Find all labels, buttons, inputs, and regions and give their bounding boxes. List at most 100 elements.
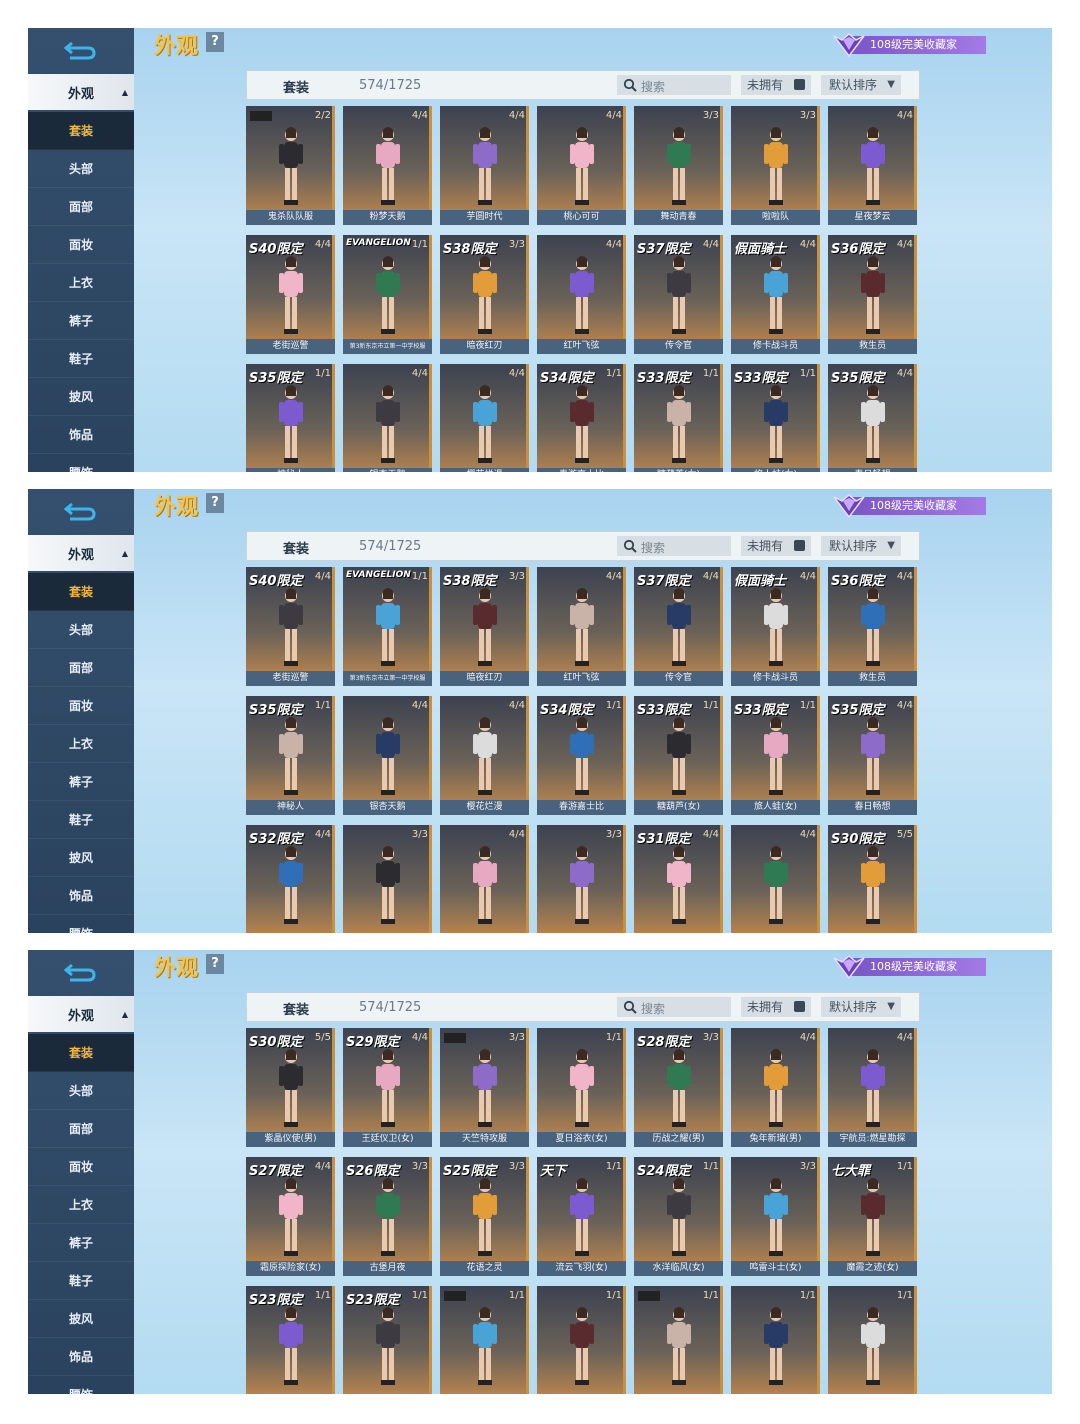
outfit-card[interactable]: 假面骑士 4/4 修卡战斗员 [731,235,820,354]
outfit-card[interactable]: 1/1 夏日浴衣(女) [537,1028,626,1147]
unowned-filter-toggle[interactable]: 未拥有 [741,997,811,1017]
sort-dropdown[interactable]: 默认排序 ▼ [821,536,901,556]
outfit-card[interactable]: S26限定 3/3 古堡月夜 [343,1157,432,1276]
sidebar-item[interactable]: 面妆 [28,687,134,725]
help-icon[interactable]: ? [206,493,224,513]
outfit-card[interactable]: 1/1 [537,1286,626,1394]
outfit-card[interactable]: S30限定 5/5 紫晶仪使(男) [246,1028,335,1147]
outfit-card[interactable]: S35限定4/4春日畅想 [828,364,917,472]
outfit-card[interactable]: 1/1 [634,1286,723,1394]
sidebar-main-category[interactable]: 外观 ▲ [28,74,134,110]
sort-dropdown[interactable]: 默认排序 ▼ [821,997,901,1017]
outfit-card[interactable]: S33限定1/1糖葫芦(女) [634,696,723,815]
sidebar-main-category[interactable]: 外观 ▲ [28,996,134,1032]
unowned-filter-toggle[interactable]: 未拥有 [741,536,811,556]
outfit-card[interactable]: 3/3 天竺特攻服 [440,1028,529,1147]
sidebar-item[interactable]: 头部 [28,1072,134,1110]
outfit-card[interactable]: S35限定1/1神秘人 [246,364,335,472]
outfit-card[interactable]: 4/4 银杏天鹅 [343,364,432,472]
sidebar-item[interactable]: 上衣 [28,264,134,302]
sidebar-item[interactable]: 披风 [28,839,134,877]
outfit-card[interactable]: EVANGELION 1/1 第3新东京市立第一中学校服 [343,235,432,354]
outfit-card[interactable]: 3/3 啦啦队 [731,106,820,225]
sidebar-item[interactable]: 裤子 [28,1224,134,1262]
sidebar-item[interactable]: 面部 [28,1110,134,1148]
sidebar-item[interactable]: 裤子 [28,763,134,801]
back-button[interactable] [28,489,134,533]
sidebar-item[interactable]: 头部 [28,611,134,649]
sidebar-item[interactable]: 套装 [28,112,134,150]
sidebar-item[interactable]: 面部 [28,649,134,687]
outfit-card[interactable]: S37限定 4/4 传令官 [634,567,723,686]
outfit-card[interactable]: S40限定 4/4 老街巡警 [246,235,335,354]
sidebar-item[interactable]: 披风 [28,378,134,416]
search-input[interactable]: 搜索 [617,75,731,95]
outfit-card[interactable]: 4/4 粉梦天鹅 [343,106,432,225]
outfit-card[interactable]: S24限定 1/1 水洋临风(女) [634,1157,723,1276]
outfit-card[interactable]: S36限定 4/4 救生员 [828,235,917,354]
outfit-card[interactable]: 3/3 [537,825,626,933]
sidebar-item[interactable]: 面部 [28,188,134,226]
outfit-card[interactable]: 3/3 舞动青春 [634,106,723,225]
back-button[interactable] [28,950,134,994]
help-icon[interactable]: ? [206,32,224,52]
sidebar-item[interactable]: 腰饰 [28,454,134,472]
outfit-card[interactable]: 4/4 兔年新瑞(男) [731,1028,820,1147]
outfit-card[interactable]: S40限定 4/4 老街巡警 [246,567,335,686]
search-input[interactable]: 搜索 [617,997,731,1017]
outfit-card[interactable]: S35限定4/4春日畅想 [828,696,917,815]
sidebar-item[interactable]: 饰品 [28,877,134,915]
outfit-card[interactable]: 4/4 银杏天鹅 [343,696,432,815]
outfit-card[interactable]: 2/2 鬼杀队队服 [246,106,335,225]
outfit-card[interactable]: S33限定1/1旅人蛙(女) [731,364,820,472]
outfit-card[interactable]: 假面骑士 4/4 修卡战斗员 [731,567,820,686]
sidebar-item[interactable]: 腰饰 [28,915,134,933]
outfit-card[interactable]: S35限定1/1神秘人 [246,696,335,815]
outfit-card[interactable]: 4/4 红叶飞弦 [537,235,626,354]
outfit-card[interactable]: 七大罪 1/1 魔霞之迹(女) [828,1157,917,1276]
outfit-card[interactable]: S36限定 4/4 救生员 [828,567,917,686]
sidebar-main-category[interactable]: 外观 ▲ [28,535,134,571]
outfit-card[interactable]: 3/3 [343,825,432,933]
search-input[interactable]: 搜索 [617,536,731,556]
sidebar-item[interactable]: 上衣 [28,1186,134,1224]
unowned-filter-toggle[interactable]: 未拥有 [741,75,811,95]
sidebar-item[interactable]: 上衣 [28,725,134,763]
outfit-card[interactable]: 3/3 鸣雷斗士(女) [731,1157,820,1276]
outfit-card[interactable]: 4/4 樱花烂漫 [440,364,529,472]
outfit-card[interactable]: 4/4 星夜梦云 [828,106,917,225]
outfit-card[interactable]: 1/1 [440,1286,529,1394]
outfit-card[interactable]: S30限定 5/5 [828,825,917,933]
sidebar-item[interactable]: 套装 [28,1034,134,1072]
outfit-card[interactable]: S33限定1/1旅人蛙(女) [731,696,820,815]
outfit-card[interactable]: S27限定 4/4 霜原探险家(女) [246,1157,335,1276]
outfit-card[interactable]: 4/4 宇航员:燃星勘探 [828,1028,917,1147]
outfit-card[interactable]: S23限定 1/1 [343,1286,432,1394]
outfit-card[interactable]: S34限定1/1春游嘉士比 [537,364,626,472]
outfit-card[interactable]: 4/4 [440,825,529,933]
outfit-card[interactable]: 4/4 [731,825,820,933]
sidebar-item[interactable]: 套装 [28,573,134,611]
sidebar-item[interactable]: 鞋子 [28,801,134,839]
outfit-card[interactable]: S23限定 1/1 [246,1286,335,1394]
help-icon[interactable]: ? [206,954,224,974]
outfit-card[interactable]: 1/1 [731,1286,820,1394]
outfit-card[interactable]: S38限定 3/3 暗夜红刃 [440,235,529,354]
outfit-card[interactable]: 4/4 红叶飞弦 [537,567,626,686]
outfit-card[interactable]: S32限定 4/4 [246,825,335,933]
sidebar-item[interactable]: 腰饰 [28,1376,134,1394]
outfit-card[interactable]: 天下 1/1 流云飞羽(女) [537,1157,626,1276]
sidebar-item[interactable]: 鞋子 [28,340,134,378]
sort-dropdown[interactable]: 默认排序 ▼ [821,75,901,95]
outfit-card[interactable]: 1/1 [828,1286,917,1394]
outfit-card[interactable]: S38限定 3/3 暗夜红刃 [440,567,529,686]
outfit-card[interactable]: 4/4 樱花烂漫 [440,696,529,815]
outfit-card[interactable]: S33限定1/1糖葫芦(女) [634,364,723,472]
sidebar-item[interactable]: 鞋子 [28,1262,134,1300]
outfit-card[interactable]: 4/4 芋圆时代 [440,106,529,225]
outfit-card[interactable]: S29限定 4/4 王廷仪卫(女) [343,1028,432,1147]
outfit-card[interactable]: S34限定1/1春游嘉士比 [537,696,626,815]
sidebar-item[interactable]: 头部 [28,150,134,188]
outfit-card[interactable]: S25限定 3/3 花语之灵 [440,1157,529,1276]
back-button[interactable] [28,28,134,72]
